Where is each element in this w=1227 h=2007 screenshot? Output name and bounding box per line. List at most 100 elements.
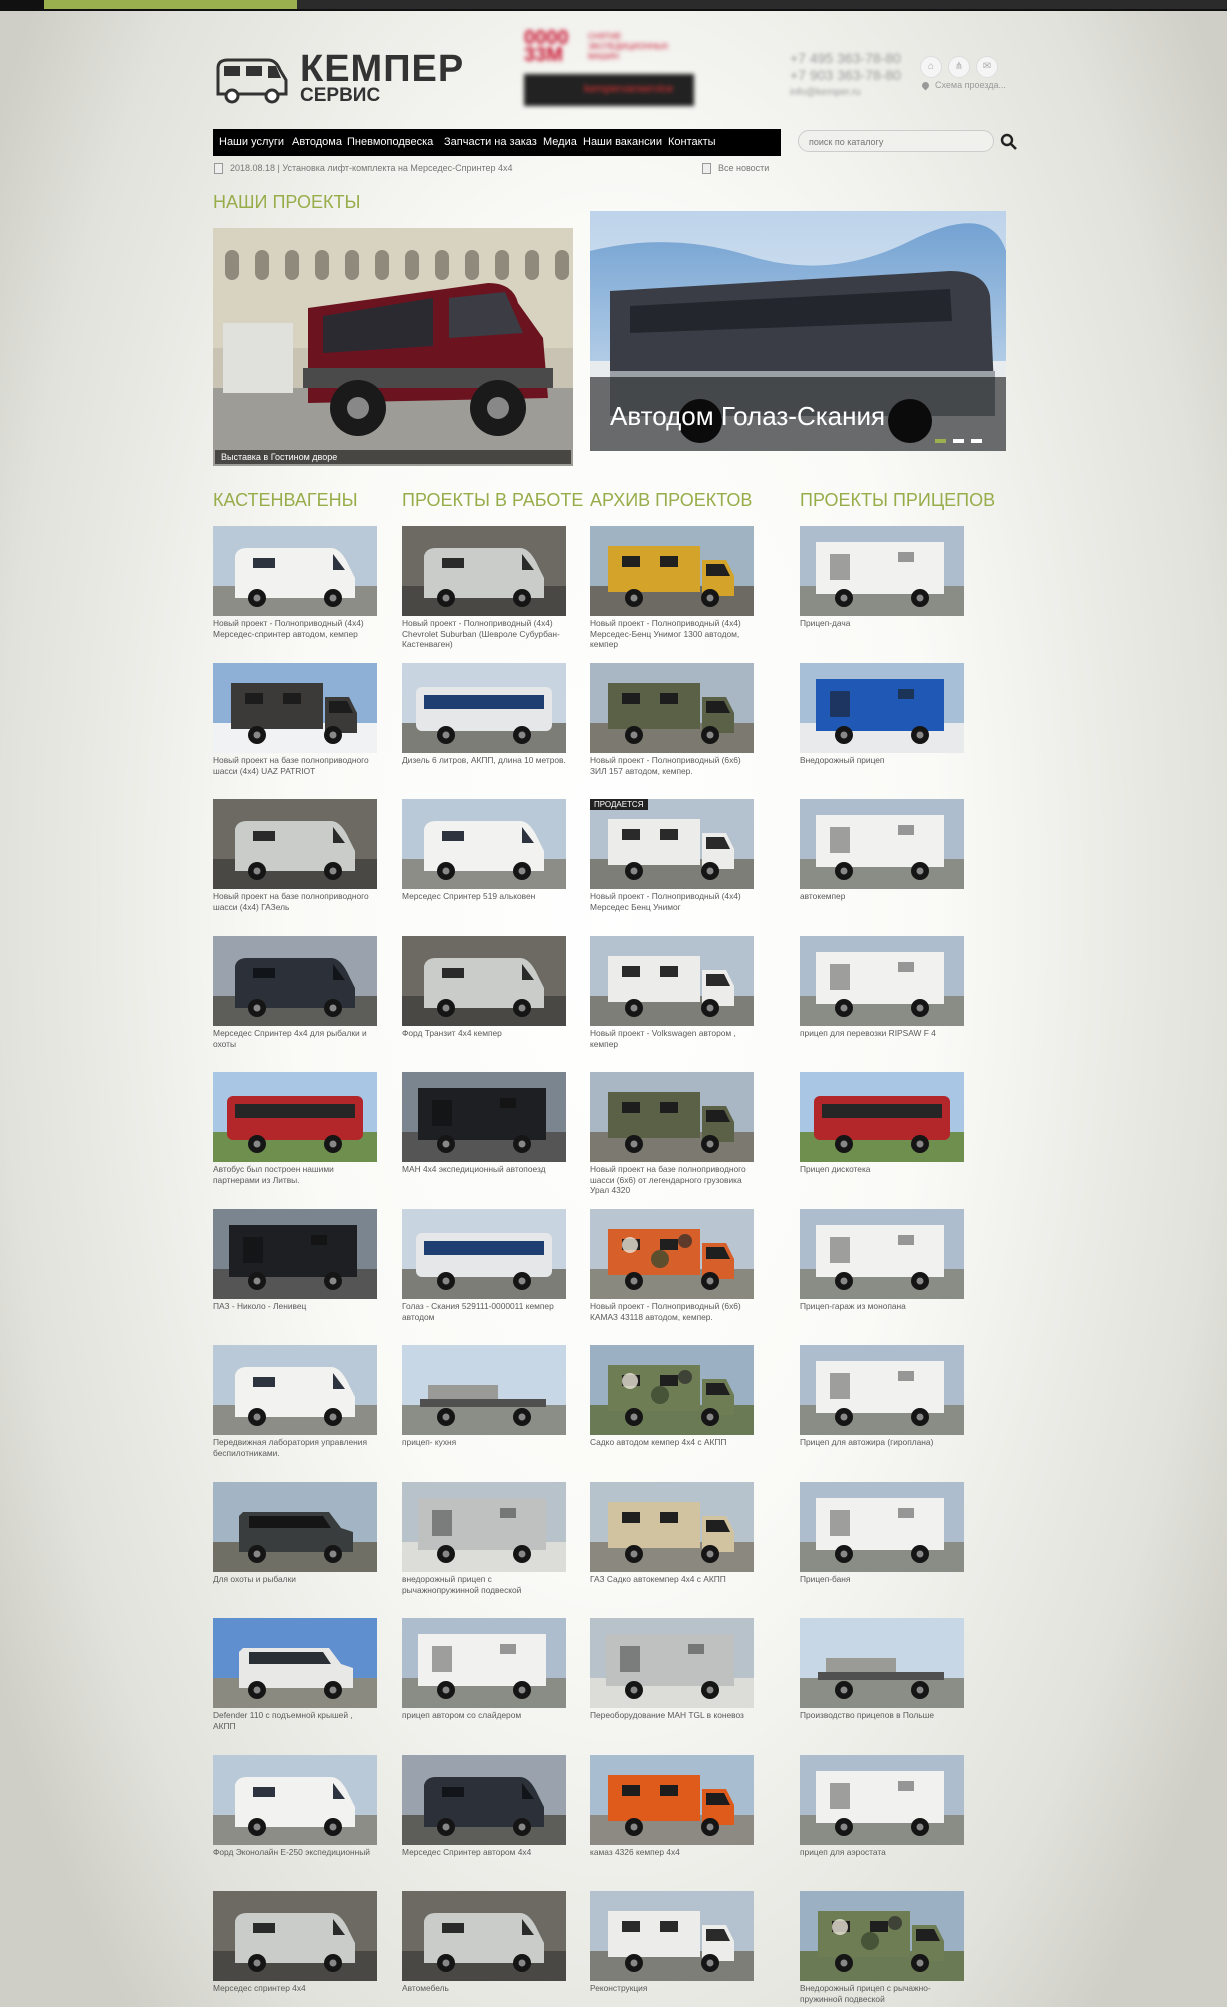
email[interactable]: info@kemper.ru xyxy=(790,84,910,101)
project-card[interactable]: Садко автодом кемпер 4х4 с АКПП xyxy=(590,1345,754,1448)
project-card[interactable]: Прицеп-дача xyxy=(800,526,964,629)
project-card[interactable]: автокемпер xyxy=(800,799,964,902)
project-thumbnail[interactable] xyxy=(800,1345,964,1435)
project-caption[interactable]: Defender 110 с подъемной крышей , АКПП xyxy=(213,1710,377,1731)
project-card[interactable]: прицеп для перевозки RIPSAW F 4 xyxy=(800,936,964,1039)
project-caption[interactable]: Новый проект - Volkswagen автором , кемп… xyxy=(590,1028,754,1049)
featured-slider[interactable]: Автодом Голаз-Скания xyxy=(590,211,1006,451)
project-caption[interactable]: Новый проект на базе полноприводного шас… xyxy=(213,755,377,776)
project-thumbnail[interactable] xyxy=(213,799,377,889)
project-thumbnail[interactable] xyxy=(800,1072,964,1162)
project-thumbnail[interactable] xyxy=(800,936,964,1026)
nav-parts[interactable]: Запчасти на заказ xyxy=(444,129,537,156)
project-card[interactable]: Передвижная лаборатория управления беспи… xyxy=(213,1345,377,1458)
project-thumbnail[interactable] xyxy=(402,1618,566,1708)
project-caption[interactable]: Прицеп-баня xyxy=(800,1574,964,1585)
slider-dot-3[interactable] xyxy=(971,439,982,443)
project-card[interactable]: Переоборудование МАН TGL в коневоз xyxy=(590,1618,754,1721)
project-caption[interactable]: Автобус был построен нашими партнерами и… xyxy=(213,1164,377,1185)
project-card[interactable]: Мерседес Спринтер автором 4х4 xyxy=(402,1755,566,1858)
project-card[interactable]: Внедорожный прицеп xyxy=(800,663,964,766)
project-caption[interactable]: Мерседес Спринтер 519 альковен xyxy=(402,891,566,902)
project-thumbnail[interactable] xyxy=(590,1891,754,1981)
project-caption[interactable]: Автомебель xyxy=(402,1983,566,1994)
project-thumbnail[interactable] xyxy=(800,1482,964,1572)
project-card[interactable]: ПРОДАЕТСЯ Новый проект - Полноприводный (… xyxy=(590,799,754,912)
project-caption[interactable]: Новый проект - Полноприводный (4х4) Мерс… xyxy=(590,891,754,912)
project-caption[interactable]: Для охоты и рыбалки xyxy=(213,1574,377,1585)
project-thumbnail[interactable] xyxy=(402,1072,566,1162)
heading-archive[interactable]: АРХИВ ПРОЕКТОВ xyxy=(590,490,752,511)
project-thumbnail[interactable] xyxy=(402,936,566,1026)
project-card[interactable]: Для охоты и рыбалки xyxy=(213,1482,377,1585)
project-thumbnail[interactable] xyxy=(213,1209,377,1299)
project-caption[interactable]: Реконструкция xyxy=(590,1983,754,1994)
project-card[interactable]: Новый проект - Полноприводный (4х4) Мерс… xyxy=(590,526,754,650)
promo-banner-bottom[interactable]: kempervanservice xyxy=(524,74,694,106)
heading-in-progress[interactable]: ПРОЕКТЫ В РАБОТЕ xyxy=(402,490,583,511)
project-thumbnail[interactable] xyxy=(590,526,754,616)
project-caption[interactable]: Производство прицепов в Польше xyxy=(800,1710,964,1721)
project-thumbnail[interactable] xyxy=(402,526,566,616)
project-card[interactable]: Автобус был построен нашими партнерами и… xyxy=(213,1072,377,1185)
project-caption[interactable]: прицеп для аэростата xyxy=(800,1847,964,1858)
project-caption[interactable]: Передвижная лаборатория управления беспи… xyxy=(213,1437,377,1458)
project-caption[interactable]: Прицеп-гараж из монопана xyxy=(800,1301,964,1312)
project-caption[interactable]: Мерседес Спринтер автором 4х4 xyxy=(402,1847,566,1858)
project-thumbnail[interactable] xyxy=(402,1482,566,1572)
project-card[interactable]: Мерседес спринтер 4х4 xyxy=(213,1891,377,1994)
project-thumbnail[interactable] xyxy=(800,1618,964,1708)
project-thumbnail[interactable] xyxy=(590,1618,754,1708)
project-thumbnail[interactable] xyxy=(590,1345,754,1435)
slider-dot-1[interactable] xyxy=(935,439,946,443)
slider-dot-2[interactable] xyxy=(953,439,964,443)
project-thumbnail[interactable] xyxy=(590,1209,754,1299)
nav-motorhomes[interactable]: Автодома xyxy=(292,129,342,156)
project-caption[interactable]: Прицеп дискотека xyxy=(800,1164,964,1175)
project-caption[interactable]: Садко автодом кемпер 4х4 с АКПП xyxy=(590,1437,754,1448)
project-card[interactable]: Новый проект - Полноприводный (6х6) ЗИЛ … xyxy=(590,663,754,776)
project-card[interactable]: Новый проект - Полноприводный (6х6) КАМА… xyxy=(590,1209,754,1322)
project-caption[interactable]: Новый проект - Полноприводный (4х4) Chev… xyxy=(402,618,566,650)
project-caption[interactable]: Новый проект - Полноприводный (4х4) Мерс… xyxy=(590,618,754,650)
project-card[interactable]: внедорожный прицеп с рычажнопружинной по… xyxy=(402,1482,566,1595)
site-logo[interactable]: КЕМПЕР СЕРВИС xyxy=(214,48,474,112)
project-caption[interactable]: ГАЗ Садко автокемпер 4х4 с АКПП xyxy=(590,1574,754,1585)
project-card[interactable]: прицеп автором со слайдером xyxy=(402,1618,566,1721)
nav-air-suspension[interactable]: Пневмоподвеска xyxy=(347,129,433,156)
project-card[interactable]: Автомебель xyxy=(402,1891,566,1994)
project-thumbnail[interactable] xyxy=(213,663,377,753)
project-thumbnail[interactable] xyxy=(800,799,964,889)
project-card[interactable]: Прицеп-гараж из монопана xyxy=(800,1209,964,1312)
project-thumbnail[interactable] xyxy=(213,1618,377,1708)
nav-vacancies[interactable]: Наши вакансии xyxy=(583,129,662,156)
project-card[interactable]: Прицеп дискотека xyxy=(800,1072,964,1175)
project-card[interactable]: Прицеп для автожира (гироплана) xyxy=(800,1345,964,1448)
home-icon[interactable]: ⌂ xyxy=(920,56,942,78)
project-thumbnail[interactable] xyxy=(402,1209,566,1299)
project-card[interactable]: ПАЗ - Николо - Ленивец xyxy=(213,1209,377,1312)
project-thumbnail[interactable] xyxy=(213,1755,377,1845)
project-thumbnail[interactable] xyxy=(213,1482,377,1572)
project-caption[interactable]: камаз 4326 кемпер 4х4 xyxy=(590,1847,754,1858)
project-card[interactable]: Внедорожный прицеп с рычажно-пружинной п… xyxy=(800,1891,964,2004)
project-card[interactable]: Производство прицепов в Польше xyxy=(800,1618,964,1721)
project-caption[interactable]: Мерседес спринтер 4х4 xyxy=(213,1983,377,1994)
promo-banner-top[interactable]: 0000 33М СНЯТИЕ ЭКСПЕДИЦИОННЫХ МАШИН xyxy=(524,28,680,68)
project-caption[interactable]: прицеп автором со слайдером xyxy=(402,1710,566,1721)
project-card[interactable]: Новый проект - Volkswagen автором , кемп… xyxy=(590,936,754,1049)
project-card[interactable]: Мерседес Спринтер 519 альковен xyxy=(402,799,566,902)
project-card[interactable]: Defender 110 с подъемной крышей , АКПП xyxy=(213,1618,377,1731)
heading-kastenwagen[interactable]: КАСТЕНВАГЕНЫ xyxy=(213,490,358,511)
project-thumbnail[interactable] xyxy=(800,1891,964,1981)
nav-services[interactable]: Наши услуги xyxy=(219,129,284,156)
project-caption[interactable]: Новый проект на базе полноприводного шас… xyxy=(213,891,377,912)
project-caption[interactable]: Новый проект на базе полноприводного шас… xyxy=(590,1164,754,1196)
project-caption[interactable]: МАН 4х4 экспедиционный автопоезд xyxy=(402,1164,566,1175)
project-thumbnail[interactable] xyxy=(800,526,964,616)
map-link[interactable]: Схема проезда... xyxy=(920,80,1006,91)
project-thumbnail[interactable] xyxy=(402,663,566,753)
project-caption[interactable]: Внедорожный прицеп xyxy=(800,755,964,766)
project-card[interactable]: Голаз - Скания 529111-0000011 кемпер авт… xyxy=(402,1209,566,1322)
project-thumbnail[interactable] xyxy=(213,526,377,616)
